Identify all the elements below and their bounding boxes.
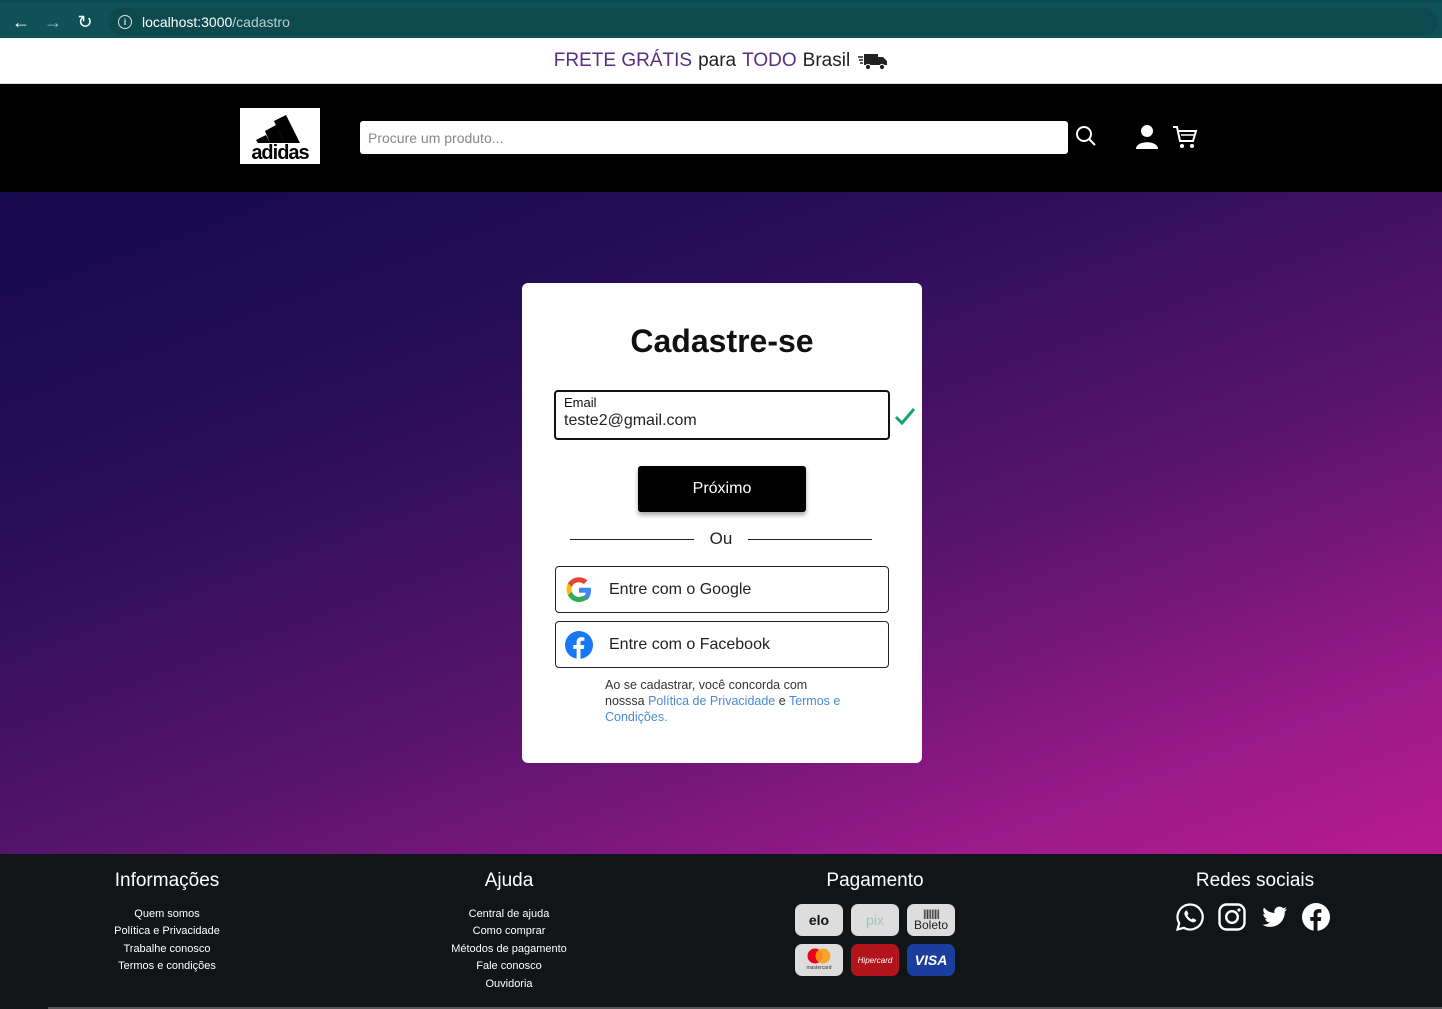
google-login-button[interactable]: Entre com o Google [555, 566, 889, 613]
hipercard-payment-icon: Hipercard [851, 944, 899, 976]
payment-methods: elo pix |||||||||| Boleto mastercard Hip… [795, 904, 955, 976]
forward-arrow-icon[interactable]: → [42, 11, 64, 33]
social-icons [1175, 902, 1335, 932]
terms-and: e [778, 694, 786, 708]
promo-all: TODO [742, 49, 797, 71]
footer-payment-title: Pagamento [826, 870, 924, 891]
site-info-icon[interactable]: i [118, 15, 132, 29]
footer-social-title: Redes sociais [1195, 870, 1315, 891]
or-divider: Ou [570, 528, 872, 550]
email-field[interactable]: Email [554, 390, 890, 440]
footer-link-ombudsman[interactable]: Ouvidoria [409, 976, 609, 993]
mastercard-label: mastercard [806, 965, 832, 971]
address-bar[interactable]: i localhost:3000/cadastro [108, 8, 1438, 36]
facebook-icon[interactable] [1301, 902, 1331, 932]
site-footer: Informações Quem somos Política e Privac… [0, 854, 1442, 1009]
google-login-label: Entre com o Google [609, 580, 752, 598]
pix-payment-icon: pix [851, 904, 899, 936]
footer-link-careers[interactable]: Trabalhe conosco [67, 941, 267, 958]
divider-line-right [748, 538, 872, 540]
search-input[interactable] [360, 121, 1068, 154]
promo-for: para [698, 49, 737, 71]
footer-payment-column: Pagamento elo pix |||||||||| Boleto mast… [795, 870, 955, 976]
footer-info-title: Informações [114, 870, 220, 891]
elo-payment-icon: elo [795, 904, 843, 936]
footer-link-how-to-buy[interactable]: Como comprar [409, 923, 609, 940]
footer-help-column: Ajuda Central de ajuda Como comprar Méto… [409, 870, 609, 993]
facebook-login-button[interactable]: Entre com o Facebook [555, 621, 889, 668]
check-icon [894, 408, 916, 426]
browser-bar: ← → ↻ i localhost:3000/cadastro [0, 0, 1442, 38]
adidas-stripes-icon [256, 115, 300, 143]
reload-icon[interactable]: ↻ [74, 11, 96, 33]
boleto-label: Boleto [913, 918, 949, 932]
footer-link-contact[interactable]: Fale conosco [409, 958, 609, 975]
signup-card: Cadastre-se Email Próximo Ou Entre com o… [522, 283, 922, 763]
search-icon[interactable] [1074, 124, 1098, 148]
footer-link-terms[interactable]: Termos e condições [67, 958, 267, 975]
adidas-logo[interactable]: adidas [240, 108, 320, 164]
page-title: Cadastre-se [630, 323, 814, 359]
footer-info-column: Informações Quem somos Política e Privac… [67, 870, 267, 976]
visa-payment-icon: VISA [907, 944, 955, 976]
instagram-icon[interactable] [1217, 902, 1247, 932]
cart-icon[interactable] [1172, 124, 1198, 150]
footer-link-about[interactable]: Quem somos [67, 906, 267, 923]
promo-brazil: Brasil [802, 49, 851, 71]
footer-link-privacy[interactable]: Política e Privacidade [67, 923, 267, 940]
twitter-icon[interactable] [1259, 902, 1289, 932]
back-arrow-icon[interactable]: ← [10, 11, 32, 33]
privacy-policy-link[interactable]: Política de Privacidade [648, 694, 775, 708]
next-button[interactable]: Próximo [638, 466, 806, 512]
promo-bar: FRETE GRÁTIS para TODO Brasil [0, 38, 1442, 84]
boleto-payment-icon: |||||||||| Boleto [907, 904, 955, 936]
footer-help-title: Ajuda [484, 870, 534, 891]
or-label: Ou [709, 529, 733, 548]
logo-wordmark: adidas [251, 142, 309, 164]
site-header: adidas [0, 84, 1442, 192]
google-icon [566, 576, 591, 602]
mastercard-circles-icon [807, 948, 831, 964]
facebook-icon [565, 630, 593, 659]
terms-notice: Ao se cadastrar, você concorda com nosss… [605, 677, 845, 725]
user-icon[interactable] [1134, 124, 1160, 150]
divider-line-left [570, 538, 694, 540]
promo-free-shipping: FRETE GRÁTIS [553, 49, 693, 71]
footer-link-help-center[interactable]: Central de ajuda [409, 906, 609, 923]
truck-icon [858, 53, 888, 70]
facebook-login-label: Entre com o Facebook [609, 635, 770, 653]
email-input[interactable] [564, 412, 880, 430]
footer-link-payment-methods[interactable]: Métodos de pagamento [409, 941, 609, 958]
footer-social-column: Redes sociais [1175, 870, 1335, 932]
whatsapp-icon[interactable] [1175, 902, 1205, 932]
mastercard-payment-icon: mastercard [795, 944, 843, 976]
email-label: Email [564, 395, 597, 410]
url-text: localhost:3000/cadastro [142, 14, 290, 30]
